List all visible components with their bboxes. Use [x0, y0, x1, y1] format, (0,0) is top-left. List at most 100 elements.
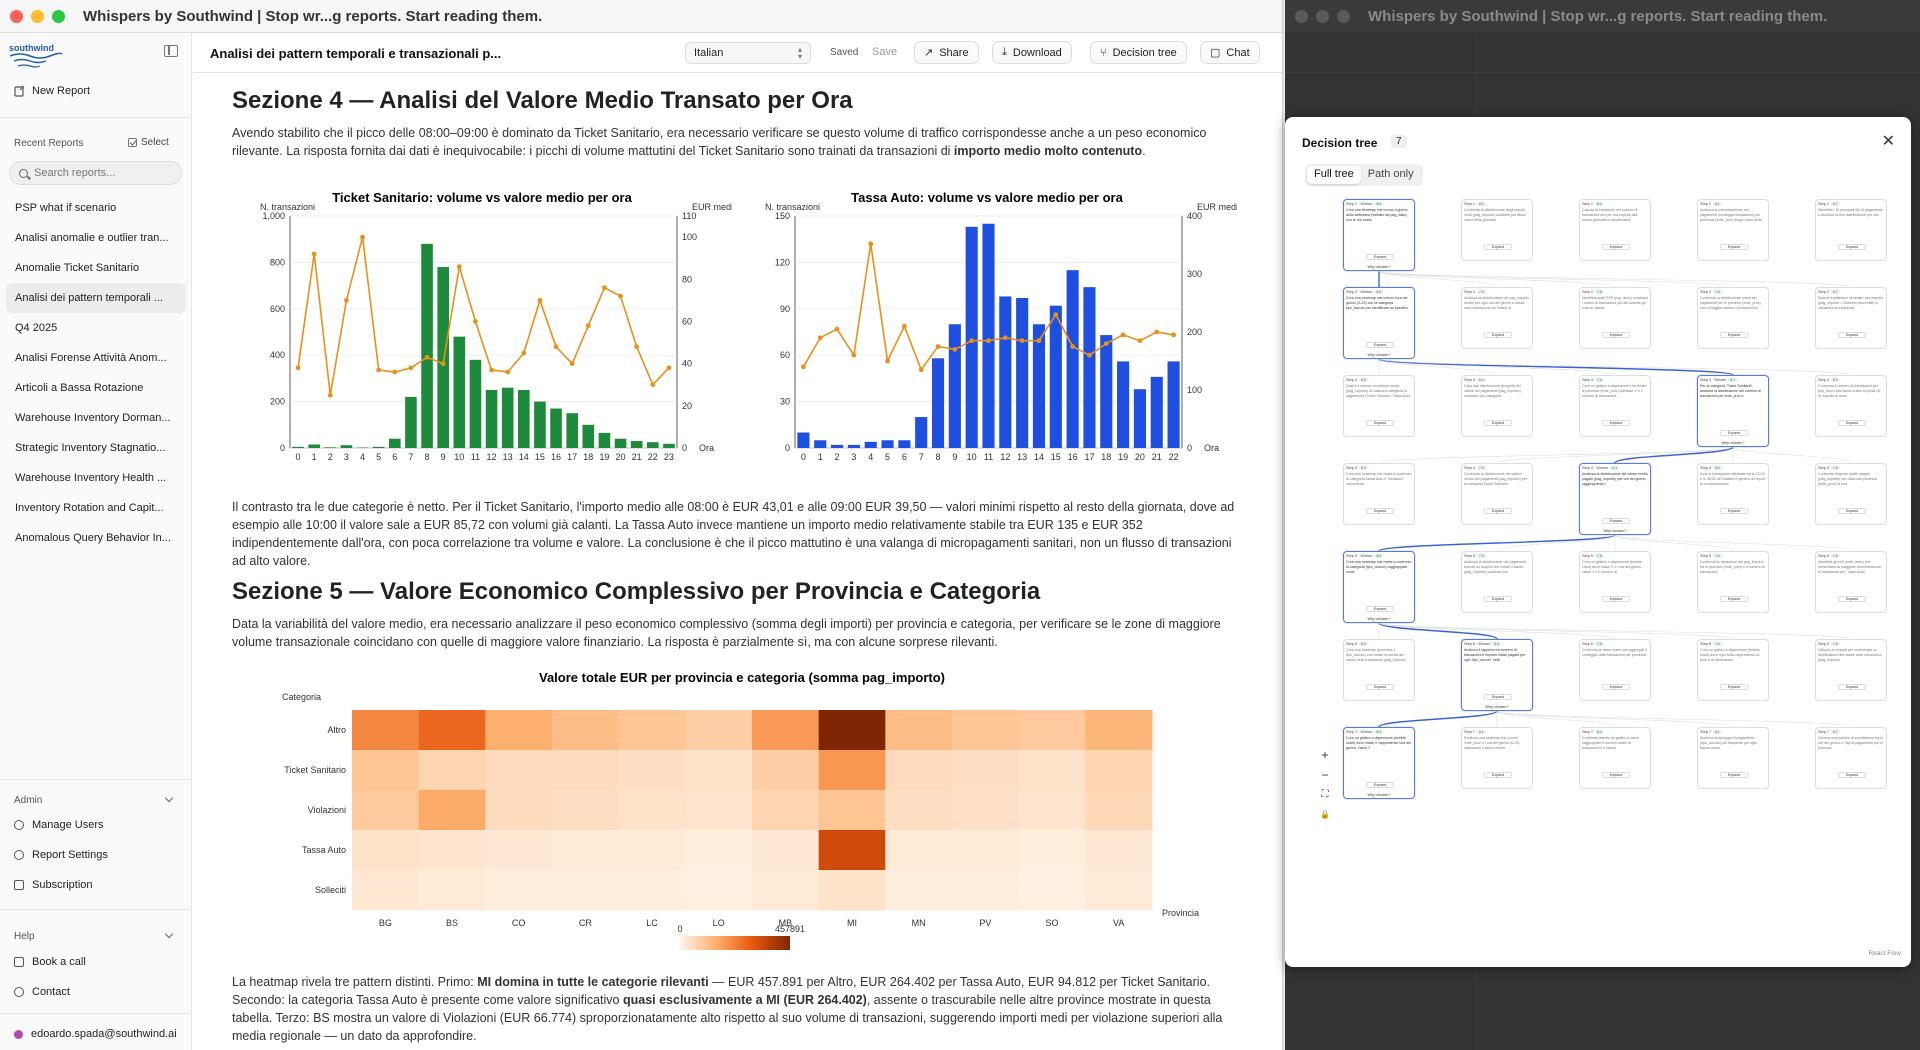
report-item[interactable]: Anomalous Query Behavior In...: [6, 523, 186, 553]
tree-node[interactable]: Step 7 8.7 Genera una matrice di correlazi…: [1815, 727, 1887, 789]
node-expand-button[interactable]: Expand: [1838, 420, 1866, 426]
report-settings-link[interactable]: Report Settings: [14, 849, 108, 861]
node-expand-button[interactable]: Expand: [1366, 782, 1394, 788]
report-item[interactable]: Anomalie Ticket Sanitario: [6, 253, 186, 283]
tree-node[interactable]: Step 3 8.4 Crea una distribuzione (boxplot…: [1461, 375, 1533, 437]
tree-node[interactable]: Step 1 8.1 Analizza la concentrazione dei …: [1697, 199, 1769, 261]
select-button[interactable]: Select: [128, 137, 169, 148]
tree-node[interactable]: Step 2 7.9 Analizza la distribuzione del p…: [1461, 287, 1533, 349]
tree-canvas[interactable]: Step 1 · Winner 8.6 Crea una heatmap che i…: [1285, 189, 1911, 909]
tree-node-winner[interactable]: Step 6 · Winner 8.3 Analizza il rapporto t…: [1461, 639, 1533, 711]
close-window-button[interactable]: [10, 9, 23, 23]
node-expand-button[interactable]: Expand: [1720, 596, 1748, 602]
tree-node[interactable]: Step 3 8.5 Qual è il volume monetario medi…: [1343, 375, 1415, 437]
tree-node[interactable]: Step 5 7.6 Confronta la variazione del pag…: [1697, 551, 1769, 613]
report-content[interactable]: Sezione 4 — Analisi del Valore Medio Tra…: [193, 74, 1282, 1050]
share-button[interactable]: ↗ Share: [914, 41, 979, 64]
node-why-chosen-button[interactable]: Why chosen?: [1344, 265, 1414, 269]
tree-node[interactable]: Step 2 7.8 Confronta la distribuzione orar…: [1697, 287, 1769, 349]
tree-node-winner[interactable]: Step 7 · Winner 8.5 Crea un grafico a disp…: [1343, 727, 1415, 799]
node-expand-button[interactable]: Expand: [1366, 254, 1394, 260]
save-button[interactable]: Save: [872, 46, 897, 58]
tree-node[interactable]: Step 3 8.2 Confronta il numero di transazi…: [1815, 375, 1887, 437]
tree-node[interactable]: Step 5 7.9 Analizza la distribuzione dei p…: [1461, 551, 1533, 613]
zoom-in-button[interactable]: +: [1318, 745, 1332, 765]
tree-node[interactable]: Step 7 8.0 Confronta tramite un grafico a …: [1579, 727, 1651, 789]
book-call-link[interactable]: Book a call: [14, 956, 86, 968]
node-why-chosen-button[interactable]: Why chosen?: [1462, 705, 1532, 709]
node-expand-button[interactable]: Expand: [1484, 420, 1512, 426]
node-expand-button[interactable]: Expand: [1602, 772, 1630, 778]
minimize-window-button[interactable]: [31, 9, 44, 23]
node-expand-button[interactable]: Expand: [1838, 684, 1866, 690]
tree-node[interactable]: Step 1 8.7 Identifica i 10 principali tipi…: [1815, 199, 1887, 261]
southwind-logo[interactable]: southwind: [8, 41, 64, 69]
tab-path-only[interactable]: Path only: [1361, 166, 1421, 184]
tree-node[interactable]: Step 7 8.1 Analizza la tipologia di pagame…: [1697, 727, 1769, 789]
new-report-button[interactable]: New Report: [14, 85, 90, 97]
report-item[interactable]: Articoli a Bassa Rotazione: [6, 373, 186, 403]
node-expand-button[interactable]: Expand: [1838, 508, 1866, 514]
node-expand-button[interactable]: Expand: [1484, 244, 1512, 250]
node-expand-button[interactable]: Expand: [1484, 772, 1512, 778]
language-select[interactable]: Italian ▴ ▾: [685, 42, 811, 64]
node-expand-button[interactable]: Expand: [1484, 508, 1512, 514]
chevron-down-icon[interactable]: [164, 929, 174, 939]
node-expand-button[interactable]: Expand: [1720, 772, 1748, 778]
report-item[interactable]: Warehouse Inventory Dorman...: [6, 403, 186, 433]
node-expand-button[interactable]: Expand: [1838, 244, 1866, 250]
report-item[interactable]: PSP what if scenario: [6, 193, 186, 223]
react-flow-attribution[interactable]: React Flow: [1868, 950, 1901, 957]
node-expand-button[interactable]: Expand: [1602, 244, 1630, 250]
zoom-window-button[interactable]: [1337, 9, 1350, 23]
minimize-window-button[interactable]: [1316, 9, 1329, 23]
tree-node[interactable]: Step 7 8.1 Realizza una heatmap che incroc…: [1461, 727, 1533, 789]
decision-tree-button[interactable]: ⑂ Decision tree: [1090, 41, 1187, 64]
search-input[interactable]: [34, 167, 164, 179]
chevron-down-icon[interactable]: [164, 793, 174, 803]
lock-button[interactable]: 🔒: [1318, 805, 1332, 825]
chat-button[interactable]: ▢ Chat: [1200, 41, 1260, 64]
download-button[interactable]: ⤓ Download: [992, 41, 1072, 64]
tree-node-winner[interactable]: Step 4 · Winner 8.3 Analizza la distribuzi…: [1579, 463, 1651, 535]
node-expand-button[interactable]: Expand: [1484, 596, 1512, 602]
close-window-button[interactable]: [1295, 9, 1308, 23]
node-expand-button[interactable]: Expand: [1720, 244, 1748, 250]
report-item[interactable]: Strategic Inventory Stagnatio...: [6, 433, 186, 463]
node-expand-button[interactable]: Expand: [1366, 342, 1394, 348]
tree-node[interactable]: Step 1 8.4 Calcola la variazione del volum…: [1579, 199, 1651, 261]
tree-node[interactable]: Step 6 7.6 Crea un grafico a dispersione (…: [1697, 639, 1769, 701]
contact-link[interactable]: Contact: [14, 986, 70, 998]
tree-node[interactable]: Step 5 7.5 Identifica gli enti (ente_desc)…: [1815, 551, 1887, 613]
node-expand-button[interactable]: Expand: [1366, 508, 1394, 514]
tree-node[interactable]: Step 2 7.8 Identifica quali PSP (psp_desc)…: [1579, 287, 1651, 349]
report-item[interactable]: Q4 2025: [6, 313, 186, 343]
tree-node-winner[interactable]: Step 5 · Winner 8.6 Crea una heatmap che m…: [1343, 551, 1415, 623]
node-expand-button[interactable]: Expand: [1720, 430, 1748, 436]
report-item[interactable]: Inventory Rotation and Capit...: [6, 493, 186, 523]
tree-node[interactable]: Step 4 8.3 Crea una heatmap che metta a co…: [1343, 463, 1415, 525]
node-expand-button[interactable]: Expand: [1602, 518, 1630, 524]
manage-users-link[interactable]: Manage Users: [14, 819, 104, 831]
subscription-link[interactable]: Subscription: [14, 879, 93, 891]
node-expand-button[interactable]: Expand: [1602, 420, 1630, 426]
node-expand-button[interactable]: Expand: [1366, 420, 1394, 426]
tree-node[interactable]: Step 6 7.5 Confronta le fasce orarie che a…: [1579, 639, 1651, 701]
close-icon[interactable]: ✕: [1882, 131, 1895, 151]
user-menu[interactable]: edoardo.spada@southwind.ai: [14, 1028, 177, 1040]
tree-node[interactable]: Step 5 7.8 Crea un grafico a dispersione (…: [1579, 551, 1651, 613]
tree-node[interactable]: Step 6 8.0 Crea una heatmap (provincia x t…: [1343, 639, 1415, 701]
tree-node[interactable]: Step 6 7.8 Utilizza un boxplot per confron…: [1815, 639, 1887, 701]
node-expand-button[interactable]: Expand: [1602, 684, 1630, 690]
sidebar-toggle-icon[interactable]: [164, 45, 178, 57]
search-box[interactable]: [9, 161, 182, 185]
report-item[interactable]: Analisi anomalie e outlier tran...: [6, 223, 186, 253]
report-item[interactable]: Analisi Forense Attività Anom...: [6, 343, 186, 373]
report-item-active[interactable]: Analisi dei pattern temporali ...: [6, 283, 186, 313]
node-expand-button[interactable]: Expand: [1838, 332, 1866, 338]
tree-node[interactable]: Step 2 8.7 Isola le transazioni 'anomale' …: [1815, 287, 1887, 349]
node-why-chosen-button[interactable]: Why chosen?: [1344, 617, 1414, 621]
node-expand-button[interactable]: Expand: [1838, 772, 1866, 778]
tree-node[interactable]: Step 4 8.0 Isola le transazioni effettuate…: [1697, 463, 1769, 525]
node-why-chosen-button[interactable]: Why chosen?: [1344, 353, 1414, 357]
